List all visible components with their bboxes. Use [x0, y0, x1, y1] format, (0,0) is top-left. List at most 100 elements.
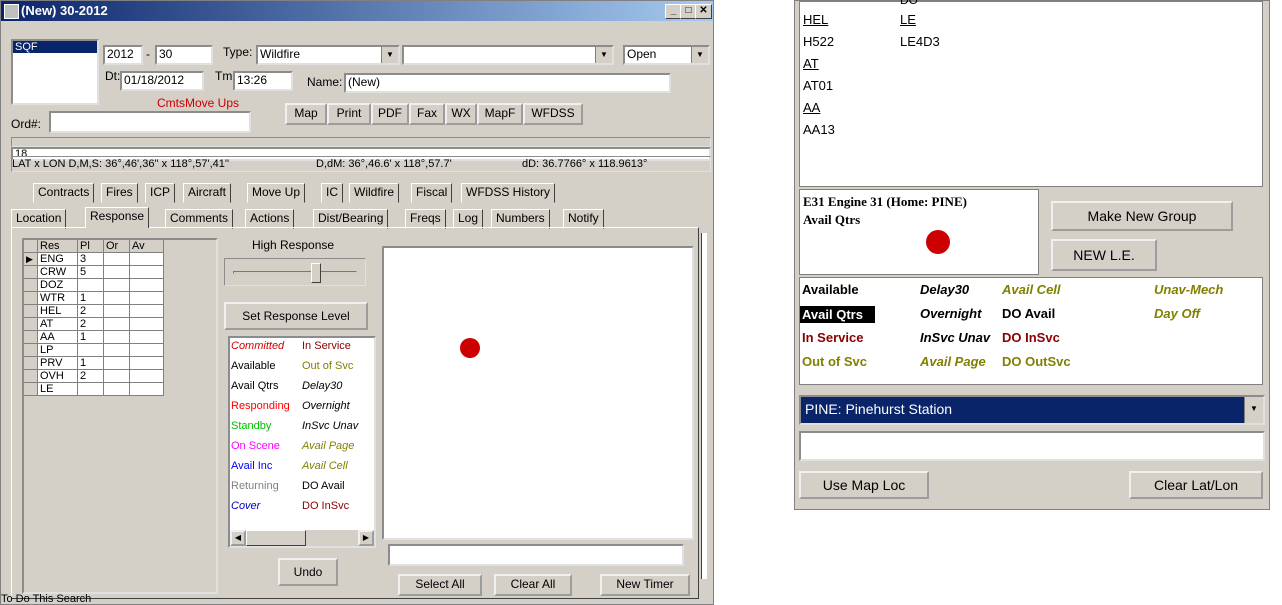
response-slider[interactable] [224, 258, 366, 286]
grid-header-av[interactable]: Av [130, 240, 164, 253]
grid-cell[interactable] [104, 383, 130, 396]
grid-header-pl[interactable]: Pl [78, 240, 104, 253]
row-indicator[interactable] [24, 292, 38, 305]
chevron-down-icon[interactable]: ▼ [691, 47, 708, 63]
slider-thumb[interactable] [311, 263, 321, 283]
status-option[interactable]: Overnight [920, 306, 981, 321]
grid-corner[interactable] [24, 240, 38, 253]
grid-cell[interactable]: DOZ [38, 279, 78, 292]
horizontal-scrollbar[interactable]: ◀ ▶ [230, 530, 374, 546]
order-number-field[interactable] [49, 111, 251, 133]
tab-location[interactable]: Location [11, 209, 67, 229]
grid-cell[interactable] [78, 344, 104, 357]
grid-cell[interactable] [130, 305, 164, 318]
status-option[interactable]: Day Off [1154, 306, 1200, 321]
date-field[interactable]: 01/18/2012 [120, 71, 204, 91]
map-panel[interactable] [382, 246, 694, 540]
row-indicator[interactable] [24, 370, 38, 383]
grid-cell[interactable] [104, 318, 130, 331]
grid-cell[interactable] [130, 253, 164, 266]
status-select[interactable]: Open ▼ [623, 45, 710, 65]
grid-cell[interactable] [130, 266, 164, 279]
unit-group-label[interactable]: AT [803, 56, 819, 71]
status-option[interactable]: Avail Cell [1002, 282, 1061, 297]
grid-cell[interactable]: 5 [78, 266, 104, 279]
status-option[interactable]: Out of Svc [802, 354, 867, 369]
tab-numbers[interactable]: Numbers [491, 209, 550, 229]
time-field[interactable]: 13:26 [233, 71, 293, 91]
close-button[interactable]: ✕ [695, 4, 712, 19]
grid-cell[interactable] [104, 331, 130, 344]
row-indicator[interactable] [24, 383, 38, 396]
unit-list-item[interactable]: LE4D3 [900, 34, 940, 49]
unit-list[interactable]: DO HEL LE H522 LE4D3 AT AT01 AA AA13 [799, 0, 1263, 187]
unit-list-item[interactable]: AT01 [803, 78, 833, 93]
chevron-down-icon[interactable]: ▼ [381, 47, 398, 63]
grid-cell[interactable] [130, 318, 164, 331]
map-search-field[interactable] [388, 544, 684, 566]
grid-cell[interactable] [104, 253, 130, 266]
grid-cell[interactable] [130, 292, 164, 305]
row-indicator[interactable] [24, 305, 38, 318]
grid-cell[interactable] [130, 383, 164, 396]
grid-cell[interactable] [130, 344, 164, 357]
tab-dist-bearing[interactable]: Dist/Bearing [313, 209, 389, 229]
scroll-left-icon[interactable]: ◀ [230, 530, 246, 546]
grid-cell[interactable] [130, 357, 164, 370]
wx-button[interactable]: WX [445, 103, 477, 125]
grid-header-res[interactable]: Res [38, 240, 78, 253]
station-select[interactable]: PINE: Pinehurst Station ▼ [799, 395, 1265, 425]
chevron-down-icon[interactable]: ▼ [1244, 397, 1263, 423]
incident-number-field[interactable]: 30 [155, 45, 213, 65]
grid-cell[interactable] [78, 383, 104, 396]
grid-cell[interactable]: HEL [38, 305, 78, 318]
row-indicator[interactable] [24, 266, 38, 279]
grid-cell[interactable]: CRW [38, 266, 78, 279]
new-timer-button[interactable]: New Timer [600, 574, 690, 596]
status-option[interactable]: Unav-Mech [1154, 282, 1223, 297]
grid-cell[interactable] [104, 292, 130, 305]
tab-actions[interactable]: Actions [245, 209, 295, 229]
unit-list-item[interactable]: AA13 [803, 122, 835, 137]
tab-wildfire[interactable]: Wildfire [349, 183, 400, 203]
status-option[interactable]: DO InSvc [1002, 330, 1060, 345]
status-option[interactable]: Avail Qtrs [800, 306, 875, 323]
tab-ic[interactable]: IC [321, 183, 343, 203]
unit-text-field[interactable] [799, 431, 1265, 461]
set-response-level-button[interactable]: Set Response Level [224, 302, 368, 330]
tab-move-up[interactable]: Move Up [247, 183, 306, 203]
select-all-button[interactable]: Select All [398, 574, 482, 596]
grid-cell[interactable] [104, 370, 130, 383]
use-map-loc-button[interactable]: Use Map Loc [799, 471, 929, 499]
row-indicator[interactable] [24, 357, 38, 370]
status-option[interactable]: Avail Page [920, 354, 986, 369]
agency-list[interactable]: SQF [11, 39, 99, 105]
clear-all-button[interactable]: Clear All [494, 574, 572, 596]
grid-cell[interactable] [104, 279, 130, 292]
grid-cell[interactable] [130, 279, 164, 292]
scroll-right-icon[interactable]: ▶ [358, 530, 374, 546]
unit-group-label[interactable]: AA [803, 100, 820, 115]
tab-wfdss-history[interactable]: WFDSS History [461, 183, 555, 203]
tab-comments[interactable]: Comments [165, 209, 234, 229]
make-new-group-button[interactable]: Make New Group [1051, 201, 1233, 231]
grid-cell[interactable]: LP [38, 344, 78, 357]
grid-cell[interactable]: ENG [38, 253, 78, 266]
status-option[interactable]: InSvc Unav [920, 330, 990, 345]
status-option[interactable]: DO Avail [1002, 306, 1055, 321]
resource-grid[interactable]: Res Pl Or Av ▶ ENG 3 CRW 5 DOZ WTR 1 HEL 2 AT 2 AA 1 LP PRV… [22, 238, 218, 594]
unit-group-label[interactable]: LE [900, 12, 916, 27]
grid-cell[interactable]: 2 [78, 318, 104, 331]
incident-marker-icon[interactable] [460, 338, 480, 358]
current-row-icon[interactable]: ▶ [24, 253, 38, 266]
grid-cell[interactable]: 1 [78, 357, 104, 370]
type-select[interactable]: Wildfire ▼ [256, 45, 400, 65]
grid-cell[interactable]: 1 [78, 292, 104, 305]
tab-fires[interactable]: Fires [101, 183, 138, 203]
subtype-select[interactable]: ▼ [402, 45, 614, 65]
print-button[interactable]: Print [327, 103, 371, 125]
status-option[interactable]: DO OutSvc [1002, 354, 1071, 369]
chevron-down-icon[interactable]: ▼ [595, 47, 612, 63]
tab-contracts[interactable]: Contracts [33, 183, 95, 203]
map-button[interactable]: Map [285, 103, 327, 125]
